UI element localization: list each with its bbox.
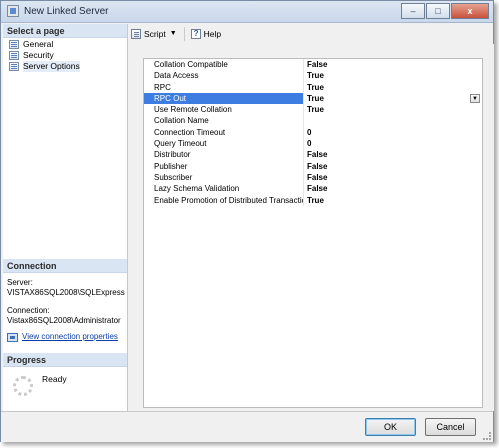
progress-status: Ready: [42, 374, 67, 384]
script-dropdown-icon[interactable]: ▼: [170, 30, 177, 37]
dialog-button-bar: OK Cancel: [1, 411, 493, 442]
property-row[interactable]: Use Remote Collation True: [144, 104, 482, 116]
property-value[interactable]: True ▼: [304, 93, 482, 104]
property-row[interactable]: RPC True: [144, 81, 482, 93]
property-name: Use Remote Collation: [144, 104, 304, 116]
property-value[interactable]: False: [304, 59, 482, 70]
page-item-general[interactable]: General: [9, 39, 127, 50]
progress-body: Ready: [3, 367, 127, 415]
property-name: Lazy Schema Validation: [144, 183, 304, 195]
help-icon: [190, 28, 201, 39]
property-name: Collation Compatible: [144, 59, 304, 71]
property-row[interactable]: Connection Timeout 0: [144, 126, 482, 139]
page-icon: [9, 40, 19, 49]
progress-spinner-icon: [13, 376, 33, 396]
property-value[interactable]: False: [304, 172, 482, 183]
view-connection-properties-link[interactable]: View connection properties: [7, 332, 123, 342]
connection-header: Connection: [3, 259, 127, 273]
property-row-selected[interactable]: RPC Out True ▼: [144, 92, 482, 105]
property-value[interactable]: 0: [304, 138, 482, 149]
value-dropdown-icon[interactable]: ▼: [470, 93, 480, 103]
ok-button[interactable]: OK: [365, 418, 416, 436]
property-name: Connection Timeout: [144, 126, 304, 139]
property-name: Subscriber: [144, 171, 304, 184]
minimize-button[interactable]: –: [401, 3, 425, 19]
page-item-label: Server Options: [23, 61, 80, 72]
connection-value: Vistax86SQL2008\Administrator: [7, 316, 121, 325]
property-row[interactable]: Lazy Schema Validation False: [144, 183, 482, 195]
close-button[interactable]: x: [451, 3, 489, 19]
resize-grip-icon[interactable]: [483, 432, 491, 440]
property-row[interactable]: Subscriber False: [144, 171, 482, 184]
page-icon: [9, 51, 19, 60]
window-controls: – □ x: [400, 3, 489, 20]
server-options-pane: Collation Compatible False Data Access Tru…: [129, 44, 494, 411]
property-row[interactable]: Query Timeout 0: [144, 138, 482, 150]
property-row[interactable]: Distributor False: [144, 149, 482, 161]
toolbar-separator: [183, 26, 185, 41]
property-name: RPC: [144, 81, 304, 93]
connection-section: Connection Server: VISTAX86SQL2008\SQLEx…: [3, 259, 127, 347]
property-value[interactable]: True: [304, 82, 482, 93]
property-value[interactable]: False: [304, 149, 482, 160]
page-item-label: General: [23, 39, 54, 49]
property-value[interactable]: True: [304, 70, 482, 81]
app-icon: [7, 5, 19, 17]
connection-label: Connection:: [7, 306, 50, 315]
property-row[interactable]: Enable Promotion of Distributed Transact…: [144, 194, 482, 206]
property-value-text: True: [307, 93, 324, 103]
property-name: Data Access: [144, 70, 304, 82]
property-name: Publisher: [144, 160, 304, 172]
property-name: RPC Out: [144, 92, 304, 105]
progress-section: Progress Ready: [3, 353, 127, 415]
property-name: Query Timeout: [144, 138, 304, 150]
property-row[interactable]: Collation Compatible False: [144, 59, 482, 71]
property-row[interactable]: Data Access True: [144, 70, 482, 82]
title-bar: New Linked Server – □ x: [1, 1, 493, 23]
toolbar: Script ▼ Help: [131, 25, 228, 42]
property-name: Enable Promotion of Distributed Transact…: [144, 194, 304, 206]
page-list: General Security Server Options: [3, 38, 127, 72]
view-connection-properties-label[interactable]: View connection properties: [22, 332, 118, 342]
left-pane: Select a page General Security Server Op…: [3, 24, 128, 411]
progress-header: Progress: [3, 353, 127, 367]
page-item-security[interactable]: Security: [9, 50, 127, 61]
help-button[interactable]: Help: [190, 28, 222, 39]
script-button[interactable]: Script ▼: [131, 28, 177, 39]
server-label: Server:: [7, 278, 33, 287]
help-label: Help: [203, 28, 222, 39]
script-label: Script: [144, 28, 166, 39]
script-icon: [131, 28, 141, 39]
property-row[interactable]: Publisher False: [144, 160, 482, 172]
property-name: Collation Name: [144, 115, 304, 127]
cancel-button[interactable]: Cancel: [425, 418, 476, 436]
select-page-header: Select a page: [3, 24, 127, 38]
connection-details: Server: VISTAX86SQL2008\SQLExpress Conne…: [3, 273, 127, 347]
connection-properties-icon: [7, 332, 18, 342]
maximize-button[interactable]: □: [426, 3, 450, 19]
page-item-label: Security: [23, 50, 54, 60]
property-value[interactable]: False: [304, 183, 482, 194]
window-title: New Linked Server: [24, 6, 109, 17]
property-row[interactable]: Collation Name: [144, 115, 482, 127]
property-value[interactable]: 0: [304, 127, 482, 138]
new-linked-server-window: New Linked Server – □ x Select a page Ge…: [0, 0, 494, 442]
server-value: VISTAX86SQL2008\SQLExpress: [7, 288, 125, 297]
page-item-server-options[interactable]: Server Options: [9, 61, 127, 72]
property-value[interactable]: True: [304, 104, 482, 115]
property-value[interactable]: True: [304, 195, 482, 206]
property-name: Distributor: [144, 149, 304, 161]
property-grid: Collation Compatible False Data Access Tru…: [143, 58, 483, 408]
page-icon: [9, 62, 19, 71]
property-value[interactable]: [304, 115, 482, 126]
property-value[interactable]: False: [304, 161, 482, 172]
